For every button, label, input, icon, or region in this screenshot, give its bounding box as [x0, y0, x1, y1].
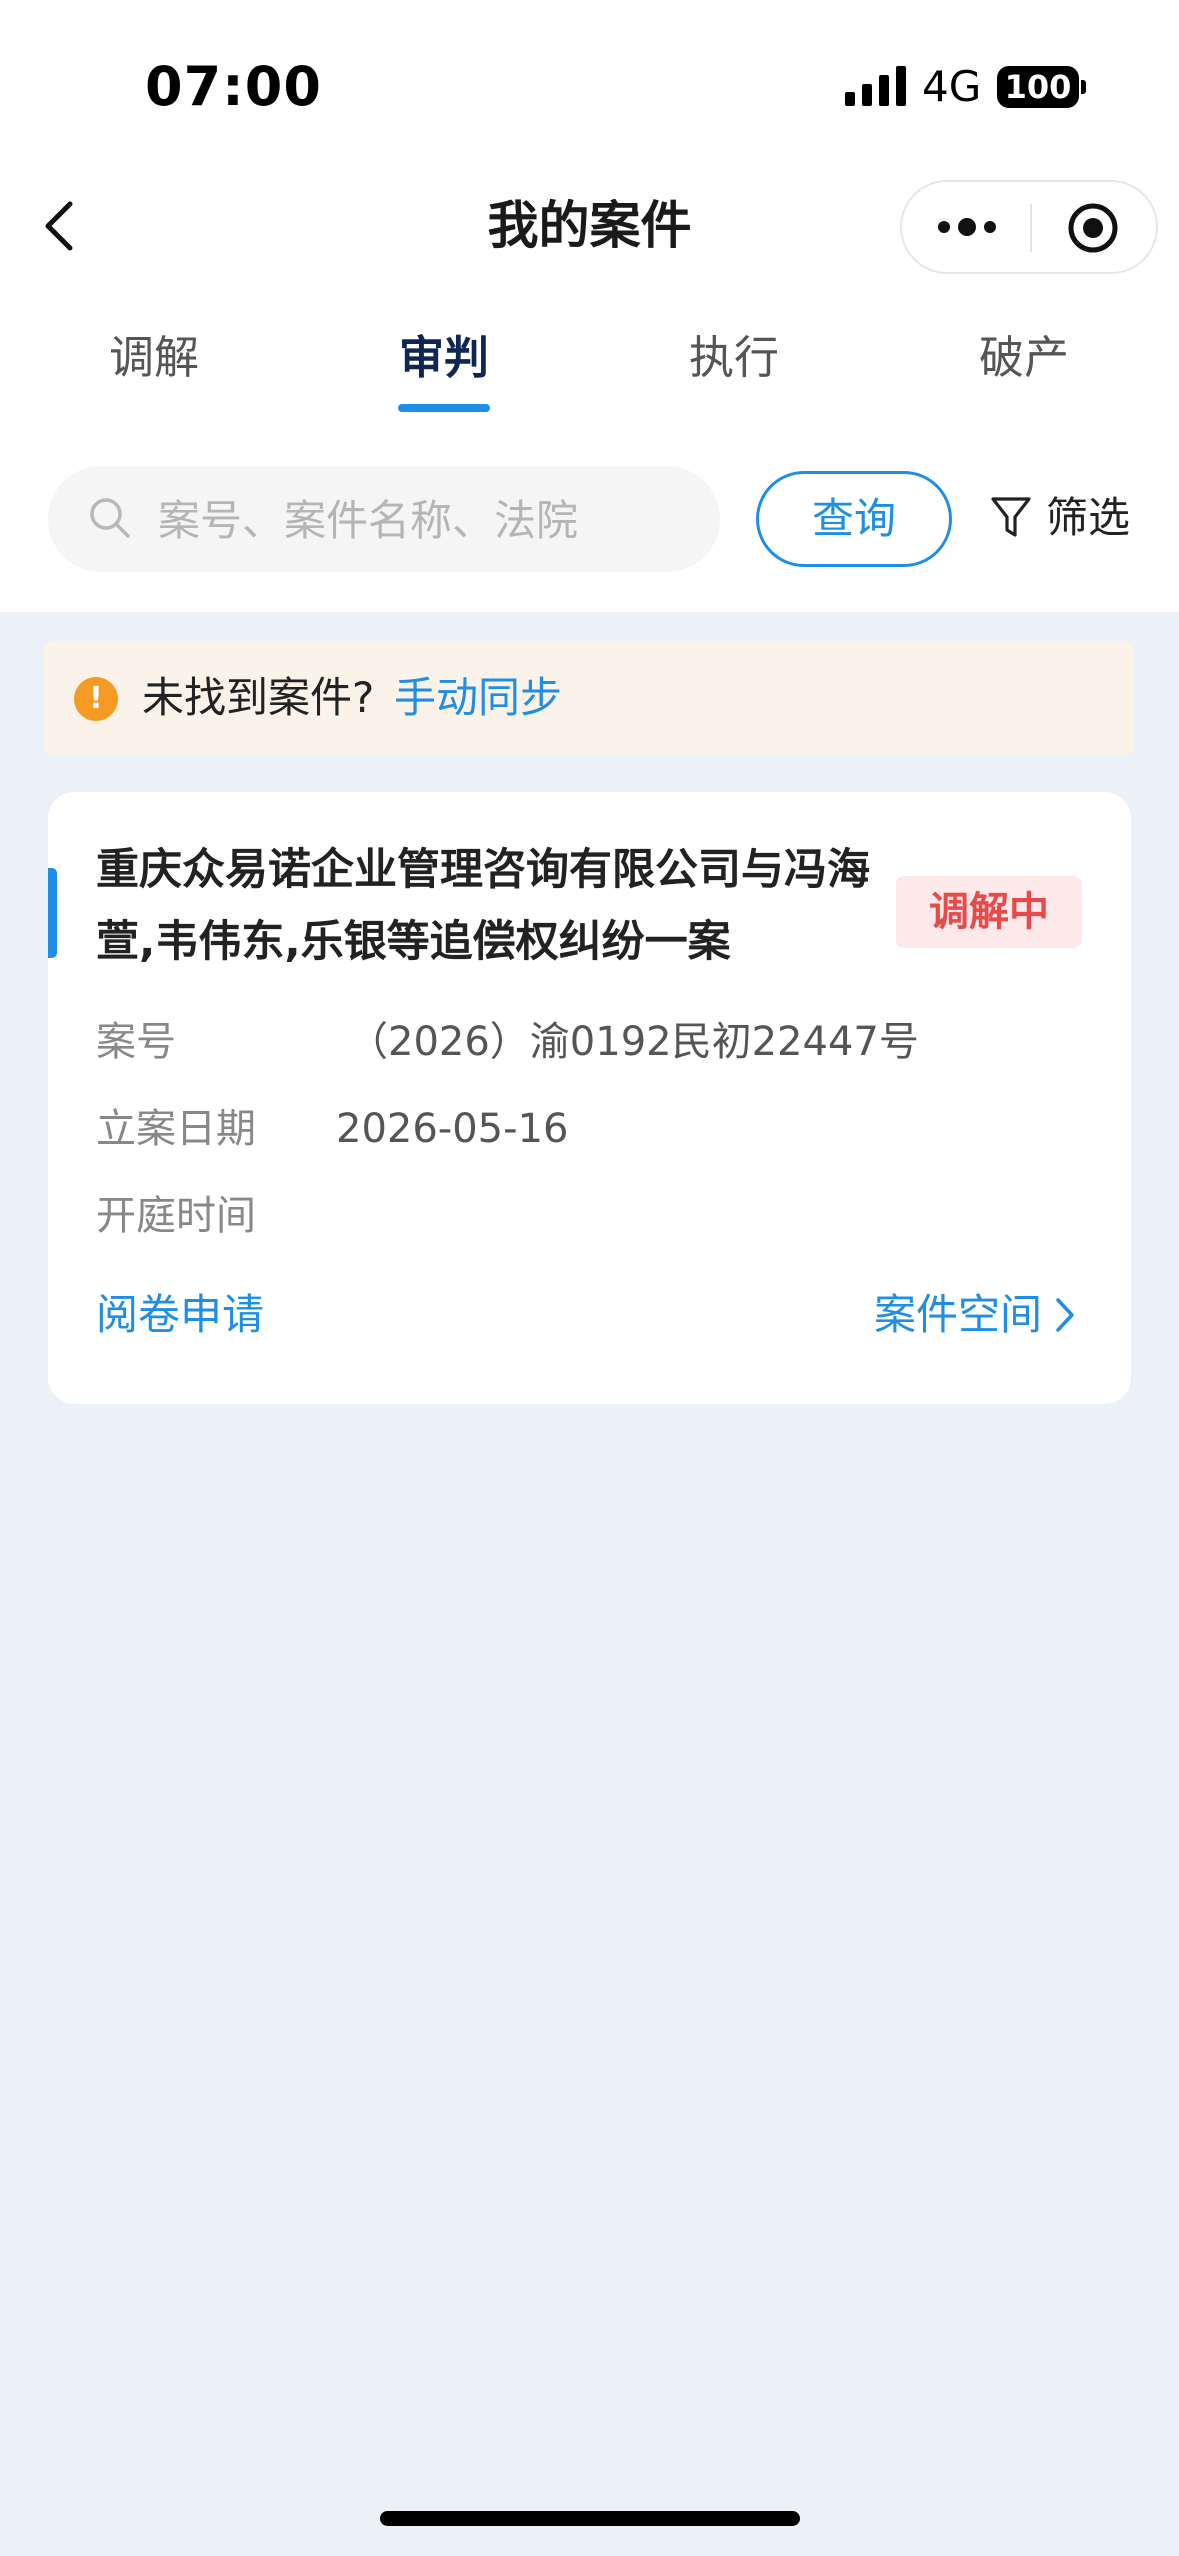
filter-funnel-icon [991, 497, 1031, 537]
tab-mediation[interactable]: 调解 [64, 330, 244, 386]
network-label: 4G [922, 62, 982, 111]
case-number-value: （2026）渝0192民初22447号 [348, 1019, 919, 1065]
case-number-label: 案号 [96, 1019, 176, 1065]
search-icon [90, 498, 130, 538]
tab-active-indicator [398, 404, 490, 412]
tab-execution[interactable]: 执行 [644, 330, 824, 386]
more-dots-icon[interactable] [936, 212, 998, 242]
capsule-divider [1030, 204, 1032, 252]
case-card[interactable]: 重庆众易诺企业管理咨询有限公司与冯海萱,韦伟东,乐银等追偿权纠纷一案 调解中 案… [48, 792, 1131, 1404]
case-space-label: 案件空间 [874, 1290, 1043, 1339]
tab-trial[interactable]: 审判 [354, 330, 534, 386]
battery-icon: 100 [997, 66, 1079, 108]
chevron-right-icon [1056, 1298, 1074, 1332]
signal-icon [845, 66, 906, 106]
tab-bankruptcy[interactable]: 破产 [934, 330, 1114, 386]
filing-date-label: 立案日期 [96, 1106, 256, 1152]
card-accent-bar [48, 868, 57, 958]
sync-notice: ! 未找到案件? 手动同步 [44, 641, 1134, 756]
mini-program-capsule [900, 180, 1158, 274]
target-icon[interactable] [1067, 202, 1119, 254]
filter-label: 筛选 [1046, 493, 1131, 542]
filter-button[interactable]: 筛选 [990, 486, 1130, 550]
notice-text: 未找到案件? [142, 673, 375, 722]
hearing-time-label: 开庭时间 [96, 1193, 256, 1239]
status-time: 07:00 [145, 55, 322, 118]
read-file-apply-link[interactable]: 阅卷申请 [96, 1286, 264, 1344]
search-input[interactable] [158, 492, 698, 548]
battery-tip [1081, 80, 1086, 94]
home-indicator[interactable] [380, 2511, 800, 2526]
case-space-link[interactable]: 案件空间 [874, 1286, 1076, 1344]
manual-sync-link[interactable]: 手动同步 [394, 669, 562, 727]
status-badge: 调解中 [896, 876, 1082, 948]
warning-icon: ! [74, 677, 118, 721]
query-button[interactable]: 查询 [756, 471, 952, 567]
case-title: 重庆众易诺企业管理咨询有限公司与冯海萱,韦伟东,乐银等追偿权纠纷一案 [96, 845, 870, 967]
filing-date-value: 2026-05-16 [336, 1106, 569, 1152]
search-box[interactable] [48, 466, 720, 572]
